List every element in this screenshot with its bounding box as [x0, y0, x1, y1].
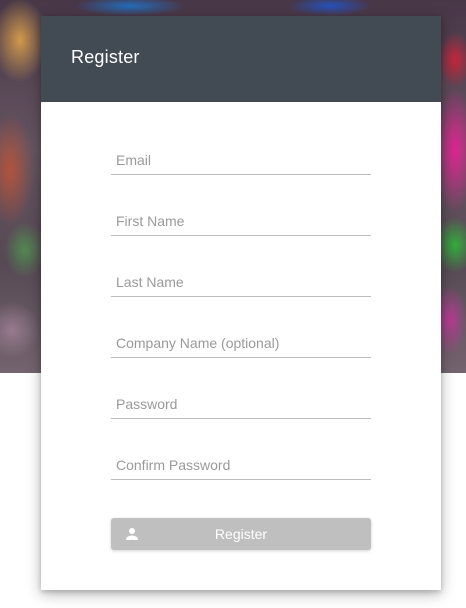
password-input[interactable] — [111, 390, 370, 418]
company-name-input[interactable] — [111, 329, 370, 357]
email-input[interactable] — [111, 146, 370, 174]
confirm-password-field — [111, 451, 371, 480]
page-title: Register — [71, 47, 140, 67]
company-name-field — [111, 329, 371, 358]
register-card: Register Register — [41, 16, 441, 590]
email-field — [111, 146, 371, 175]
confirm-password-input[interactable] — [111, 451, 370, 479]
password-field — [111, 390, 371, 419]
card-header: Register — [41, 16, 441, 102]
last-name-field — [111, 268, 371, 297]
register-button-label: Register — [214, 526, 268, 542]
last-name-input[interactable] — [111, 268, 370, 296]
first-name-field — [111, 207, 371, 236]
register-button[interactable]: Register — [111, 518, 371, 550]
first-name-input[interactable] — [111, 207, 370, 235]
